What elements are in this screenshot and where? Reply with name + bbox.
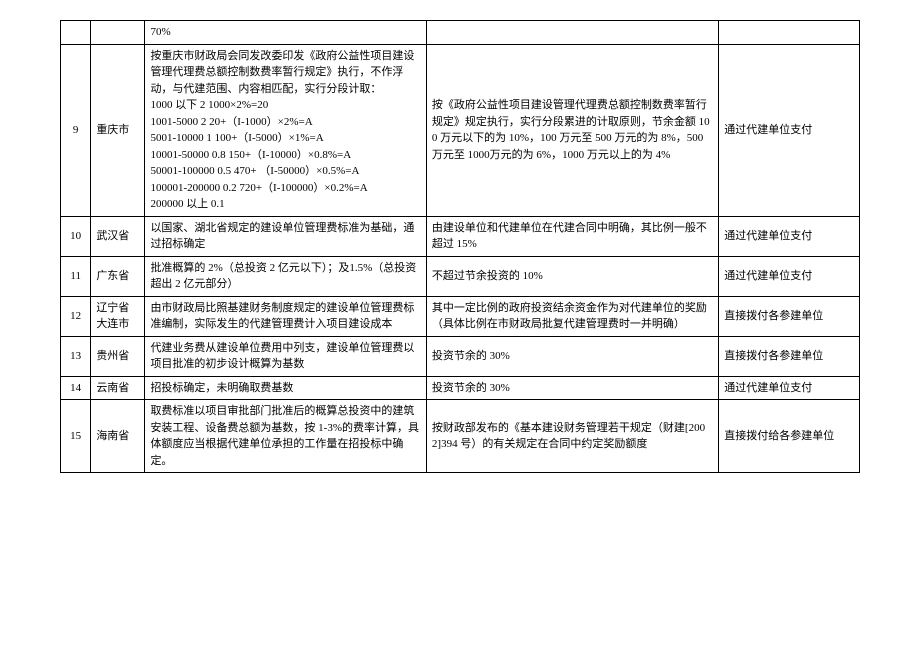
row-payment: 通过代建单位支付: [719, 216, 860, 256]
table-row: 9重庆市按重庆市财政局会同发改委印发《政府公益性项目建设管理代理费总额控制数费率…: [61, 44, 860, 216]
row-reward: 其中一定比例的政府投资结余资金作为对代建单位的奖励（具体比例在市财政局批复代建管…: [426, 296, 718, 336]
row-index: 10: [61, 216, 91, 256]
row-index: 14: [61, 376, 91, 400]
row-basis: 70%: [145, 21, 426, 45]
row-reward: 按财政部发布的《基本建设财务管理若干规定（财建[2002]394 号）的有关规定…: [426, 400, 718, 473]
row-payment: 通过代建单位支付: [719, 376, 860, 400]
row-index: 11: [61, 256, 91, 296]
row-index: 12: [61, 296, 91, 336]
row-province: 武汉省: [91, 216, 145, 256]
row-payment: 直接拨付给各参建单位: [719, 400, 860, 473]
row-payment: 通过代建单位支付: [719, 256, 860, 296]
table-row: 14云南省招投标确定，未明确取费基数投资节余的 30%通过代建单位支付: [61, 376, 860, 400]
row-reward: 投资节余的 30%: [426, 336, 718, 376]
row-basis: 以国家、湖北省规定的建设单位管理费标准为基础，通过招标确定: [145, 216, 426, 256]
table-row: 11广东省批准概算的 2%（总投资 2 亿元以下）；及1.5%（总投资超出 2 …: [61, 256, 860, 296]
row-province: 广东省: [91, 256, 145, 296]
policy-table: 70%9重庆市按重庆市财政局会同发改委印发《政府公益性项目建设管理代理费总额控制…: [60, 20, 860, 473]
row-index: 15: [61, 400, 91, 473]
table-row: 70%: [61, 21, 860, 45]
row-payment: 通过代建单位支付: [719, 44, 860, 216]
row-basis: 取费标准以项目审批部门批准后的概算总投资中的建筑安装工程、设备费总额为基数，按 …: [145, 400, 426, 473]
row-reward: [426, 21, 718, 45]
row-index: 13: [61, 336, 91, 376]
row-basis: 代建业务费从建设单位费用中列支，建设单位管理费以项目批准的初步设计概算为基数: [145, 336, 426, 376]
row-province: 重庆市: [91, 44, 145, 216]
row-basis: 批准概算的 2%（总投资 2 亿元以下）；及1.5%（总投资超出 2 亿元部分）: [145, 256, 426, 296]
table-row: 15海南省取费标准以项目审批部门批准后的概算总投资中的建筑安装工程、设备费总额为…: [61, 400, 860, 473]
row-basis: 招投标确定，未明确取费基数: [145, 376, 426, 400]
table-row: 12辽宁省大连市由市财政局比照基建财务制度规定的建设单位管理费标准编制，实际发生…: [61, 296, 860, 336]
row-basis: 按重庆市财政局会同发改委印发《政府公益性项目建设管理代理费总额控制数费率暂行规定…: [145, 44, 426, 216]
table-row: 13贵州省代建业务费从建设单位费用中列支，建设单位管理费以项目批准的初步设计概算…: [61, 336, 860, 376]
row-province: [91, 21, 145, 45]
row-province: 贵州省: [91, 336, 145, 376]
row-reward: 投资节余的 30%: [426, 376, 718, 400]
row-reward: 不超过节余投资的 10%: [426, 256, 718, 296]
row-reward: 按《政府公益性项目建设管理代理费总额控制数费率暂行规定》规定执行，实行分段累进的…: [426, 44, 718, 216]
row-province: 辽宁省大连市: [91, 296, 145, 336]
row-index: 9: [61, 44, 91, 216]
row-province: 云南省: [91, 376, 145, 400]
row-index: [61, 21, 91, 45]
table-row: 10武汉省以国家、湖北省规定的建设单位管理费标准为基础，通过招标确定由建设单位和…: [61, 216, 860, 256]
row-reward: 由建设单位和代建单位在代建合同中明确，其比例一般不超过 15%: [426, 216, 718, 256]
row-basis: 由市财政局比照基建财务制度规定的建设单位管理费标准编制，实际发生的代建管理费计入…: [145, 296, 426, 336]
row-payment: [719, 21, 860, 45]
row-payment: 直接拨付各参建单位: [719, 336, 860, 376]
row-province: 海南省: [91, 400, 145, 473]
row-payment: 直接拨付各参建单位: [719, 296, 860, 336]
